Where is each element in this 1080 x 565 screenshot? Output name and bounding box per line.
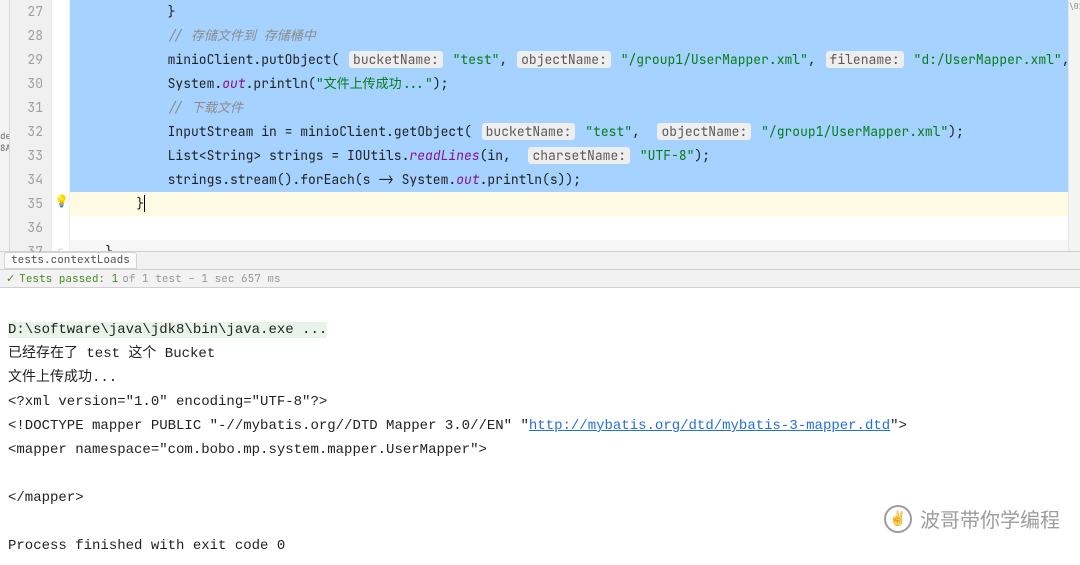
watermark: ✌ 波哥带你学编程 [884, 504, 1060, 533]
code-line[interactable]: // 存储文件到 存储桶中 [70, 24, 1068, 48]
breadcrumb[interactable]: tests.contextLoads [4, 252, 137, 269]
editor-scrollbar[interactable]: \014 [1068, 0, 1080, 251]
tests-detail: of 1 test – 1 sec 657 ms [122, 270, 280, 288]
code-line[interactable]: List<String> strings = IOUtils.readLines… [70, 144, 1068, 168]
code-area[interactable]: } // 存储文件到 存储桶中 minioClient.putObject( b… [70, 0, 1068, 251]
console-line: 已经存在了 test 这个 Bucket [8, 346, 215, 362]
console-line: <!DOCTYPE mapper PUBLIC "-//mybatis.org/… [8, 418, 907, 434]
param-hint: objectName: [517, 51, 611, 68]
line-number[interactable]: 36 [10, 216, 43, 240]
line-number[interactable]: 35 [10, 192, 43, 216]
console-line: Process finished with exit code 0 [8, 538, 285, 554]
tests-passed-label: Tests passed: 1 [19, 270, 118, 288]
wechat-icon: ✌ [884, 505, 912, 533]
console-line: 文件上传成功... [8, 370, 117, 386]
watermark-text: 波哥带你学编程 [920, 504, 1060, 533]
line-number[interactable]: 32 [10, 120, 43, 144]
code-line[interactable] [70, 216, 1068, 240]
line-number[interactable]: 31 [10, 96, 43, 120]
marker-strip: 💡 ⌐ [52, 0, 70, 251]
console-command: D:\software\java\jdk8\bin\java.exe ... [8, 322, 327, 338]
project-tool-sliver[interactable]: demo 8App [0, 0, 10, 251]
breadcrumb-bar: tests.contextLoads [0, 252, 1080, 270]
scroll-hint: \014 [1069, 0, 1080, 12]
line-number[interactable]: 30 [10, 72, 43, 96]
console-line: <?xml version="1.0" encoding="UTF-8"?> [8, 394, 327, 410]
editor-region: demo 8App 27 28 29 30 31 32 33 34 35 36 … [0, 0, 1080, 252]
line-number[interactable]: 29 [10, 48, 43, 72]
check-icon: ✓ [6, 270, 15, 288]
intention-bulb-icon[interactable]: 💡 [54, 193, 69, 209]
param-hint: bucketName: [349, 51, 443, 68]
param-hint: objectName: [657, 123, 751, 140]
param-hint: filename: [826, 51, 904, 68]
code-line[interactable]: System.out.println("文件上传成功..."); [70, 72, 1068, 96]
console-line: <mapper namespace="com.bobo.mp.system.ma… [8, 442, 487, 458]
console-line: </mapper> [8, 490, 84, 506]
code-line[interactable]: } [70, 240, 1068, 251]
line-gutter[interactable]: 27 28 29 30 31 32 33 34 35 36 37 [10, 0, 52, 251]
code-line[interactable]: InputStream in = minioClient.getObject( … [70, 120, 1068, 144]
console-link[interactable]: http://mybatis.org/dtd/mybatis-3-mapper.… [529, 418, 890, 434]
fold-handle-icon[interactable]: ⌐ [58, 243, 63, 255]
line-number[interactable]: 34 [10, 168, 43, 192]
caret [144, 195, 145, 212]
code-line-current[interactable]: } [70, 192, 1068, 216]
line-number[interactable]: 33 [10, 144, 43, 168]
param-hint: bucketName: [482, 123, 576, 140]
code-line[interactable]: strings.stream().forEach(s -> System.out… [70, 168, 1068, 192]
line-number[interactable]: 28 [10, 24, 43, 48]
code-line[interactable]: // 下载文件 [70, 96, 1068, 120]
code-line[interactable]: minioClient.putObject( bucketName: "test… [70, 48, 1068, 72]
test-status-bar: ✓ Tests passed: 1 of 1 test – 1 sec 657 … [0, 270, 1080, 288]
line-number[interactable]: 27 [10, 0, 43, 24]
code-line[interactable]: } [70, 0, 1068, 24]
param-hint: charsetName: [528, 147, 630, 164]
